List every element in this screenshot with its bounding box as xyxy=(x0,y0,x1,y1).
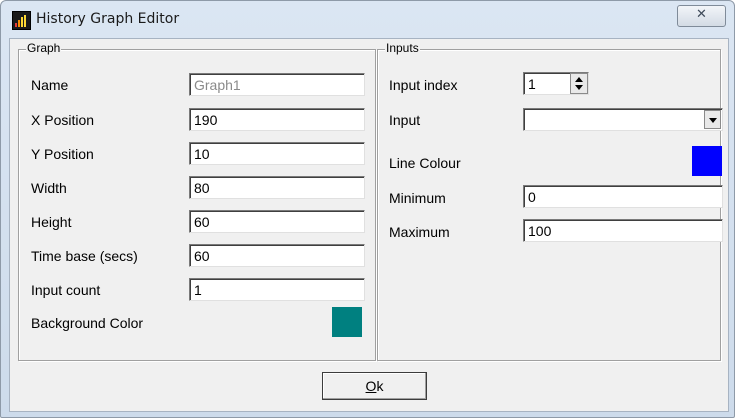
input-index-spinner[interactable] xyxy=(570,73,588,94)
input-label: Input xyxy=(389,112,421,128)
graph-app-icon xyxy=(12,11,31,30)
window-title: History Graph Editor xyxy=(36,11,180,27)
inputs-group: Inputs Input index 1 Input Line Colour M… xyxy=(377,41,723,361)
spin-up-icon[interactable] xyxy=(575,77,583,82)
graph-group-title: Graph xyxy=(26,41,62,55)
width-label: Width xyxy=(31,180,67,196)
input-dropdown-button[interactable] xyxy=(704,110,721,129)
line-colour-swatch[interactable] xyxy=(692,146,722,176)
inputs-group-title: Inputs xyxy=(385,41,420,55)
background-color-swatch[interactable] xyxy=(332,307,362,337)
maximum-field[interactable]: 100 xyxy=(523,219,723,242)
close-icon: ✕ xyxy=(696,7,707,22)
minimum-field[interactable]: 0 xyxy=(523,185,723,208)
y-position-field[interactable]: 10 xyxy=(189,142,365,165)
close-button[interactable]: ✕ xyxy=(677,5,726,27)
x-position-field[interactable]: 190 xyxy=(189,108,365,131)
input-index-label: Input index xyxy=(389,77,458,93)
name-field: Graph1 xyxy=(189,73,365,96)
history-graph-editor-dialog: History Graph Editor ✕ Graph Name Graph1… xyxy=(0,0,735,418)
y-position-label: Y Position xyxy=(31,146,94,162)
height-field[interactable]: 60 xyxy=(189,210,365,233)
name-label: Name xyxy=(31,77,69,93)
time-base-field[interactable]: 60 xyxy=(189,244,365,267)
dialog-body: Graph Name Graph1 X Position 190 Y Posit… xyxy=(9,38,729,412)
ok-label-rest: k xyxy=(376,378,384,394)
spin-down-icon[interactable] xyxy=(575,85,583,90)
time-base-label: Time base (secs) xyxy=(31,248,138,264)
ok-button[interactable]: Ok xyxy=(322,372,427,400)
graph-group: Graph Name Graph1 X Position 190 Y Posit… xyxy=(18,41,376,361)
x-position-label: X Position xyxy=(31,112,95,128)
input-select[interactable] xyxy=(523,108,723,131)
maximum-label: Maximum xyxy=(389,224,450,240)
height-label: Height xyxy=(31,214,72,230)
input-count-field[interactable]: 1 xyxy=(189,278,365,301)
chevron-down-icon xyxy=(709,118,717,123)
background-color-label: Background Color xyxy=(31,315,144,331)
ok-mnemonic: O xyxy=(365,378,377,394)
input-count-label: Input count xyxy=(31,282,101,298)
title-bar[interactable]: History Graph Editor ✕ xyxy=(1,1,734,39)
minimum-label: Minimum xyxy=(389,190,446,206)
line-colour-label: Line Colour xyxy=(389,155,461,171)
width-field[interactable]: 80 xyxy=(189,176,365,199)
